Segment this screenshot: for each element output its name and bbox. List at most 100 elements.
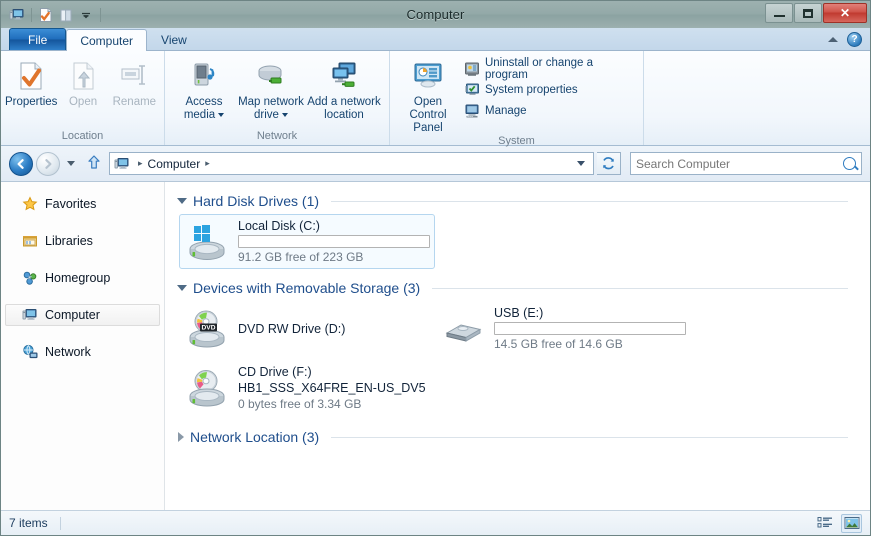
- access-media-label: Access media: [173, 96, 235, 122]
- rename-button[interactable]: Rename: [109, 55, 160, 109]
- open-button[interactable]: Open: [57, 55, 108, 109]
- system-properties-item[interactable]: System properties: [460, 79, 639, 100]
- properties-button[interactable]: Properties: [5, 55, 57, 109]
- close-button[interactable]: ✕: [823, 3, 867, 23]
- navigation-pane: Favorites Libraries Homegroup Computer N…: [1, 182, 165, 510]
- properties-icon: [15, 60, 47, 92]
- sidebar-item-network[interactable]: Network: [5, 341, 160, 363]
- breadcrumb-separator-1[interactable]: ▸: [133, 158, 148, 169]
- help-button[interactable]: ?: [847, 32, 862, 47]
- system-properties-label: System properties: [484, 83, 578, 96]
- uninstall-program-icon: [464, 61, 480, 77]
- address-bar: ▸ Computer ▸ Search Computer: [1, 146, 870, 182]
- add-network-location-button[interactable]: Add a network location: [307, 55, 381, 122]
- breadcrumb[interactable]: ▸ Computer ▸: [109, 152, 594, 175]
- map-network-drive-button[interactable]: Map network drive: [235, 55, 307, 122]
- minimize-ribbon-chevron-icon[interactable]: [828, 37, 838, 42]
- explorer-window: Computer ✕ File Computer View ? Properti…: [0, 0, 871, 536]
- up-button[interactable]: [82, 154, 106, 174]
- window-title: Computer: [406, 7, 465, 22]
- tab-computer[interactable]: Computer: [66, 29, 148, 51]
- drive-tile-local-disk-c[interactable]: Local Disk (C:) 91.2 GB free of 223 GB: [179, 214, 435, 269]
- add-network-location-icon: [328, 60, 360, 92]
- window-controls: ✕: [765, 3, 867, 23]
- large-icons-view-button[interactable]: [841, 513, 862, 533]
- ribbon-empty-body: [644, 51, 870, 130]
- properties-icon[interactable]: [36, 5, 56, 25]
- usb-drive-icon: [442, 309, 486, 349]
- group-header-hard-disk-drives[interactable]: Hard Disk Drives (1): [175, 190, 870, 212]
- file-list-view[interactable]: Hard Disk Drives (1) Local Disk (C:) 91.…: [165, 182, 870, 510]
- search-icon[interactable]: [843, 157, 856, 170]
- chevron-down-icon[interactable]: [281, 112, 288, 117]
- drive-name: DVD RW Drive (D:): [238, 321, 346, 336]
- sidebar-item-label: Network: [45, 345, 91, 359]
- sidebar-item-libraries[interactable]: Libraries: [5, 230, 160, 252]
- drive-meta: USB (E:) 14.5 GB free of 14.6 GB: [494, 306, 686, 351]
- manage-label: Manage: [484, 104, 527, 117]
- capacity-bar: [494, 322, 686, 335]
- star-icon: [22, 196, 38, 212]
- manage-item[interactable]: Manage: [460, 100, 639, 121]
- group-header-removable-storage[interactable]: Devices with Removable Storage (3): [175, 277, 870, 299]
- customize-qat-dropdown-icon[interactable]: [76, 5, 96, 25]
- computer-small-icon[interactable]: [7, 5, 27, 25]
- sidebar-item-computer[interactable]: Computer: [5, 304, 160, 326]
- access-media-text: Access media: [183, 96, 223, 121]
- ribbon-group-location: Properties Open Rename Location: [1, 51, 164, 145]
- drive-capacity-text: 0 bytes free of 3.34 GB: [238, 397, 362, 411]
- ribbon-group-system: Open Control Panel Uninstall or change a…: [389, 51, 643, 147]
- map-network-drive-icon: [255, 60, 287, 92]
- sidebar-item-favorites[interactable]: Favorites: [5, 193, 160, 215]
- drive-tile-cd-f[interactable]: CD Drive (F:) HB1_SSS_X64FRE_EN-US_DV5 0…: [179, 360, 435, 416]
- maximize-button[interactable]: [794, 3, 822, 23]
- drive-capacity-text: 91.2 GB free of 223 GB: [238, 250, 364, 264]
- search-placeholder: Search Computer: [636, 156, 731, 171]
- sidebar-item-label: Computer: [45, 308, 100, 322]
- sidebar-item-homegroup[interactable]: Homegroup: [5, 267, 160, 289]
- access-media-button[interactable]: Access media: [173, 55, 235, 122]
- refresh-button[interactable]: [597, 152, 621, 175]
- ribbon-group-network: Access media Map network drive Add a net…: [164, 51, 389, 145]
- forward-button[interactable]: [36, 151, 60, 176]
- open-folder-icon[interactable]: [56, 5, 76, 25]
- chevron-down-icon[interactable]: [218, 112, 225, 117]
- tab-file[interactable]: File: [9, 28, 67, 50]
- computer-small-icon: [114, 156, 130, 172]
- explorer-body: Favorites Libraries Homegroup Computer N…: [1, 182, 870, 510]
- breadcrumb-dropdown-icon[interactable]: [577, 161, 585, 166]
- cd-drive-icon: [186, 368, 230, 408]
- breadcrumb-item-computer[interactable]: Computer: [148, 157, 201, 171]
- tab-view[interactable]: View: [147, 28, 201, 50]
- group-header-network-location[interactable]: Network Location (3): [175, 426, 870, 448]
- open-icon: [67, 60, 99, 92]
- access-media-icon: [188, 60, 220, 92]
- back-button[interactable]: [9, 151, 33, 176]
- drive-tile-usb-e[interactable]: USB (E:) 14.5 GB free of 14.6 GB: [435, 301, 686, 356]
- system-properties-icon: [464, 82, 480, 98]
- control-panel-icon: [412, 60, 444, 92]
- ribbon-tab-strip: File Computer View ?: [1, 28, 870, 51]
- properties-label: Properties: [5, 96, 58, 108]
- drive-tile-dvd-rw-d[interactable]: DVD DVD RW Drive (D:): [179, 301, 435, 356]
- open-control-panel-button[interactable]: Open Control Panel: [396, 55, 460, 135]
- recent-locations-dropdown-icon[interactable]: [67, 161, 75, 166]
- group-items-removable-storage: DVD DVD RW Drive (D:) USB (E:) 14.5 GB f…: [175, 301, 870, 416]
- uninstall-program-item[interactable]: Uninstall or change a program: [460, 57, 639, 81]
- breadcrumb-separator-2[interactable]: ▸: [200, 158, 215, 169]
- ribbon-group-network-title: Network: [256, 130, 298, 142]
- expand-triangle-icon[interactable]: [178, 432, 184, 442]
- sidebar-item-label: Homegroup: [45, 271, 111, 285]
- details-view-button[interactable]: [814, 514, 835, 533]
- minimize-button[interactable]: [765, 3, 793, 23]
- qat-separator-2: [100, 7, 101, 22]
- search-input[interactable]: Search Computer: [630, 152, 862, 175]
- map-network-drive-text: Map network drive: [238, 96, 304, 121]
- collapse-triangle-icon[interactable]: [177, 198, 187, 204]
- drive-meta: Local Disk (C:) 91.2 GB free of 223 GB: [238, 219, 430, 264]
- status-separator: [59, 516, 61, 530]
- collapse-triangle-icon[interactable]: [177, 285, 187, 291]
- capacity-bar: [238, 235, 430, 248]
- ribbon-group-system-body: Open Control Panel Uninstall or change a…: [390, 51, 643, 135]
- ribbon-empty-title: [644, 130, 870, 145]
